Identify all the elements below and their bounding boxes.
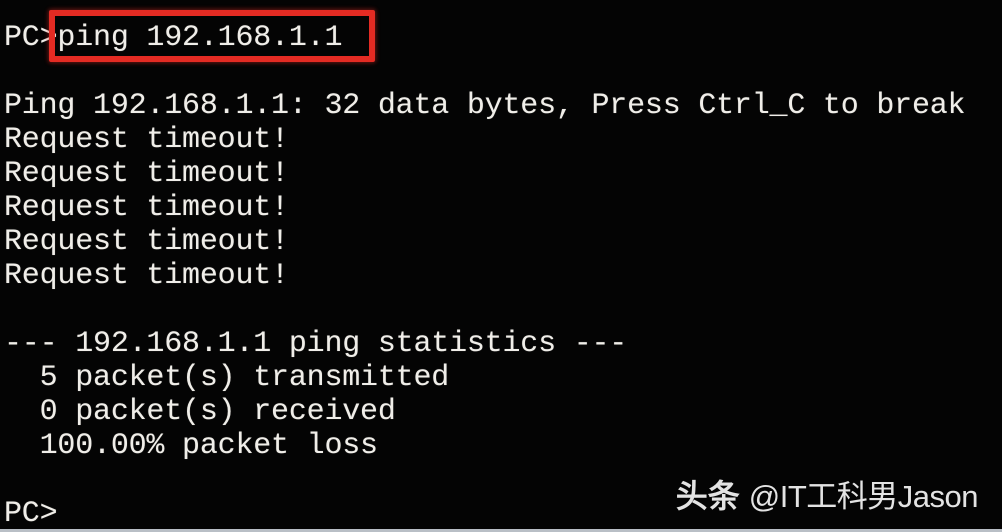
watermark-handle: @IT工科男Jason [748, 479, 979, 514]
terminal-line: Request timeout! [4, 259, 289, 293]
watermark-brand: 头条 [675, 478, 740, 514]
terminal-line: 0 packet(s) received [4, 395, 396, 429]
terminal-line: PC>ping 192.168.1.1 [4, 21, 343, 55]
watermark: 头条 @IT工科男Jason [675, 471, 979, 517]
terminal-line: Request timeout! [4, 191, 289, 225]
terminal-line: Request timeout! [4, 225, 289, 259]
terminal-console[interactable]: PC>ping 192.168.1.1 Ping 192.168.1.1: 32… [0, 0, 1002, 531]
terminal-line: Ping 192.168.1.1: 32 data bytes, Press C… [4, 89, 966, 123]
terminal-line: Request timeout! [4, 157, 289, 191]
terminal-line: --- 192.168.1.1 ping statistics --- [4, 327, 628, 361]
terminal-line: 100.00% packet loss [4, 429, 378, 463]
terminal-line: Request timeout! [4, 123, 289, 157]
terminal-line: 5 packet(s) transmitted [4, 361, 450, 395]
terminal-prompt-line[interactable]: PC> [4, 497, 58, 531]
terminal-screenshot: PC>ping 192.168.1.1 Ping 192.168.1.1: 32… [0, 0, 1002, 532]
